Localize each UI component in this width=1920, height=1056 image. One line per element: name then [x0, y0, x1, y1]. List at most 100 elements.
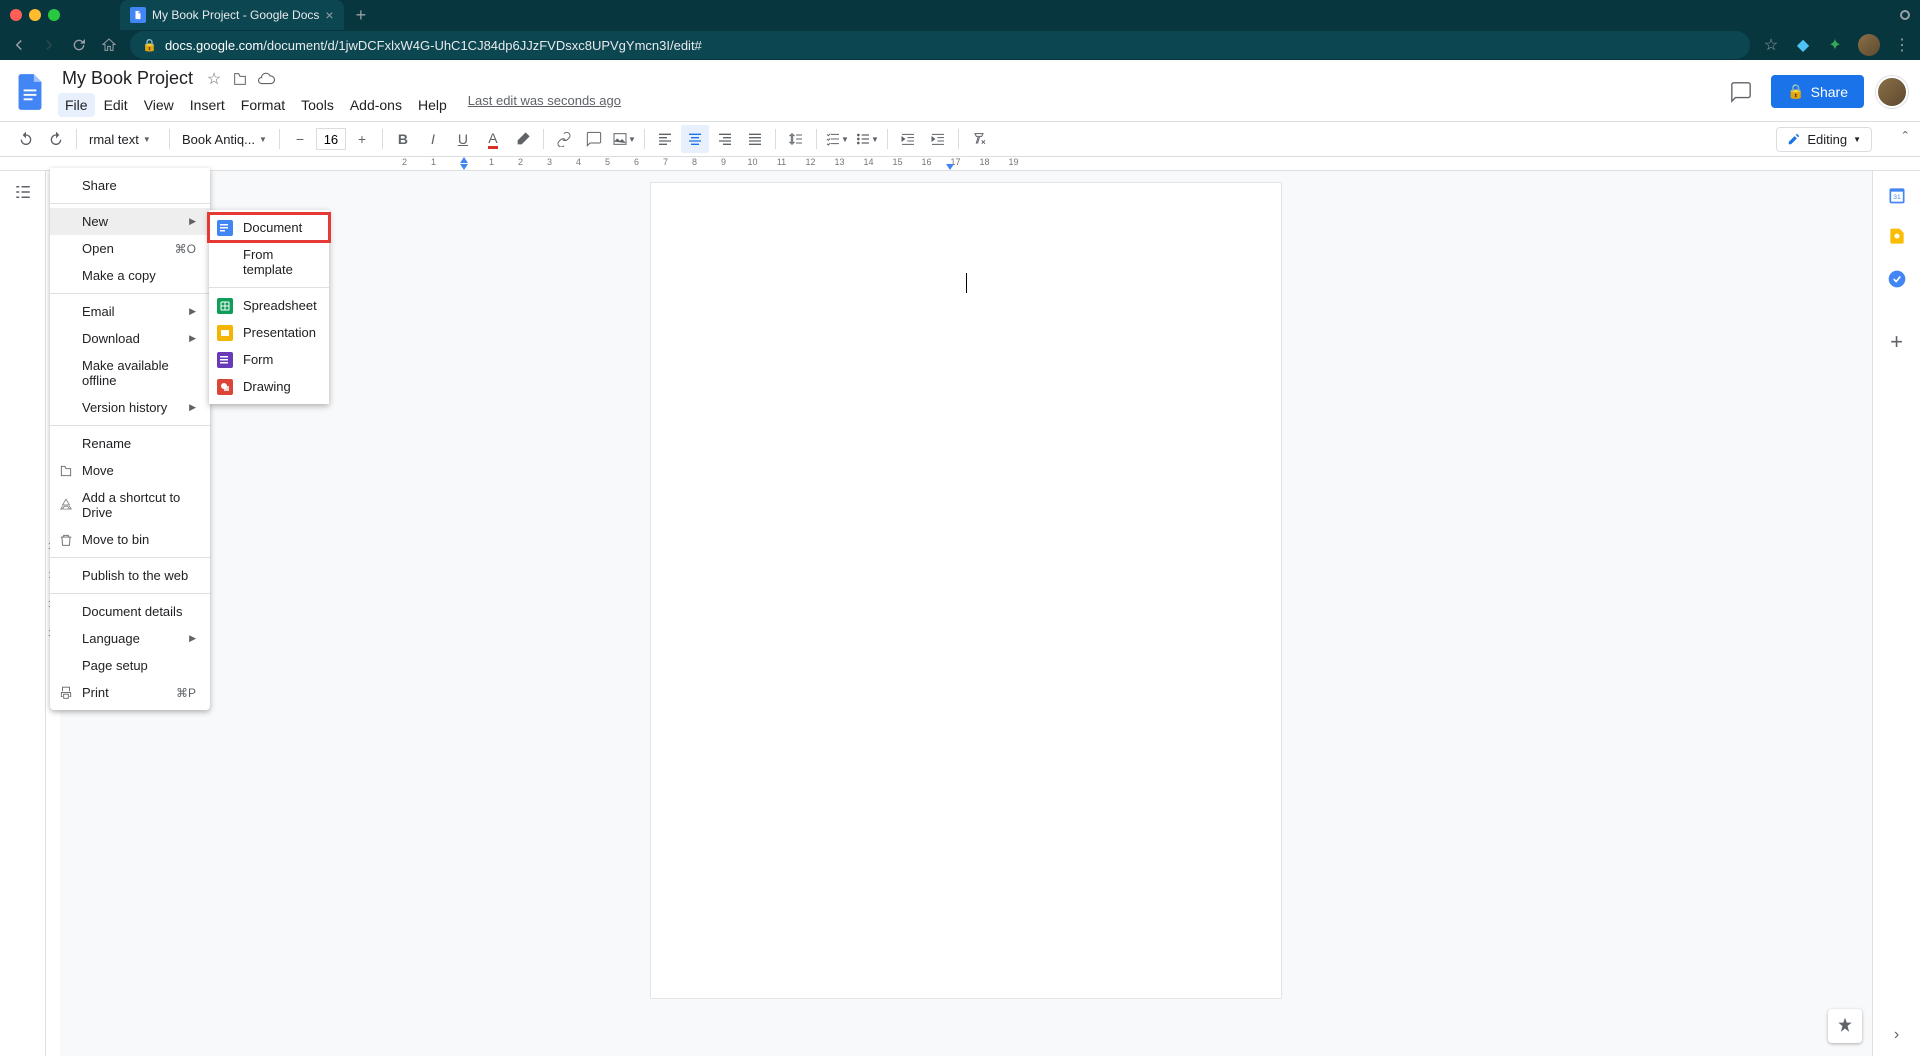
redo-button[interactable] — [42, 125, 70, 153]
browser-tab[interactable]: My Book Project - Google Docs × — [120, 0, 344, 30]
file-print[interactable]: Print⌘P — [50, 679, 210, 706]
maximize-window[interactable] — [48, 9, 60, 21]
document-page[interactable] — [651, 183, 1281, 998]
close-window[interactable] — [10, 9, 22, 21]
keep-addon-icon[interactable] — [1885, 225, 1909, 249]
profile-avatar[interactable] — [1858, 34, 1880, 56]
document-title[interactable]: My Book Project — [58, 66, 197, 91]
clear-formatting-button[interactable] — [965, 125, 993, 153]
bullet-list-button[interactable]: ▼ — [853, 125, 881, 153]
menu-help[interactable]: Help — [411, 93, 454, 117]
menu-addons[interactable]: Add-ons — [343, 93, 409, 117]
file-offline[interactable]: Make available offline — [50, 352, 210, 394]
file-version-history[interactable]: Version history▶ — [50, 394, 210, 421]
decrease-indent-button[interactable] — [894, 125, 922, 153]
tab-close-icon[interactable]: × — [325, 7, 333, 23]
cloud-status-icon[interactable] — [257, 70, 275, 88]
file-move[interactable]: Move — [50, 457, 210, 484]
underline-button[interactable]: U — [449, 125, 477, 153]
checklist-button[interactable]: ▼ — [823, 125, 851, 153]
new-tab-button[interactable]: + — [356, 5, 367, 26]
file-add-shortcut[interactable]: Add a shortcut to Drive — [50, 484, 210, 526]
document-canvas[interactable] — [60, 171, 1872, 1056]
calendar-addon-icon[interactable]: 31 — [1885, 183, 1909, 207]
file-language[interactable]: Language▶ — [50, 625, 210, 652]
explore-button[interactable] — [1828, 1009, 1862, 1043]
menu-file[interactable]: File — [58, 93, 95, 117]
file-open[interactable]: Open⌘O — [50, 235, 210, 262]
right-indent[interactable] — [946, 164, 954, 170]
insert-comment-button[interactable] — [580, 125, 608, 153]
menu-format[interactable]: Format — [234, 93, 292, 117]
align-left-button[interactable] — [651, 125, 679, 153]
forward-button[interactable] — [40, 36, 58, 54]
file-new[interactable]: New▶ — [50, 208, 210, 235]
align-justify-button[interactable] — [741, 125, 769, 153]
last-edit-info[interactable]: Last edit was seconds ago — [468, 93, 621, 117]
move-folder-icon[interactable] — [231, 70, 249, 88]
address-bar[interactable]: 🔒 docs.google.com/document/d/1jwDCFxlxW4… — [130, 31, 1750, 59]
italic-button[interactable]: I — [419, 125, 447, 153]
insert-link-button[interactable] — [550, 125, 578, 153]
paragraph-style-select[interactable]: rmal text▼ — [83, 132, 163, 147]
horizontal-ruler[interactable]: 2112345678910111213141516171819 — [0, 157, 1920, 171]
file-rename[interactable]: Rename — [50, 430, 210, 457]
first-line-indent[interactable] — [460, 157, 468, 163]
editing-mode-button[interactable]: Editing ▼ — [1776, 127, 1872, 152]
menu-insert[interactable]: Insert — [183, 93, 232, 117]
new-spreadsheet[interactable]: Spreadsheet — [209, 292, 329, 319]
hide-sidebar-button[interactable]: › — [1894, 1026, 1899, 1044]
file-move-to-bin[interactable]: Move to bin — [50, 526, 210, 553]
highlight-button[interactable] — [509, 125, 537, 153]
reload-button[interactable] — [70, 36, 88, 54]
minimize-window[interactable] — [29, 9, 41, 21]
increase-indent-button[interactable] — [924, 125, 952, 153]
text-color-button[interactable]: A — [479, 125, 507, 153]
menu-view[interactable]: View — [137, 93, 181, 117]
back-button[interactable] — [10, 36, 28, 54]
separator — [169, 129, 170, 149]
file-email[interactable]: Email▶ — [50, 298, 210, 325]
new-presentation[interactable]: Presentation — [209, 319, 329, 346]
collapse-toolbar-button[interactable]: ˆ — [1903, 130, 1908, 148]
bold-button[interactable]: B — [389, 125, 417, 153]
font-size-decrease[interactable]: − — [286, 125, 314, 153]
user-avatar[interactable] — [1876, 76, 1908, 108]
outline-toggle-button[interactable] — [10, 179, 36, 205]
new-form[interactable]: Form — [209, 346, 329, 373]
get-addons-button[interactable]: + — [1890, 329, 1903, 355]
home-button[interactable] — [100, 36, 118, 54]
browser-menu-icon[interactable]: ⋮ — [1894, 35, 1910, 55]
line-spacing-button[interactable] — [782, 125, 810, 153]
file-download[interactable]: Download▶ — [50, 325, 210, 352]
file-make-copy[interactable]: Make a copy — [50, 262, 210, 289]
new-drawing[interactable]: Drawing — [209, 373, 329, 400]
left-indent[interactable] — [460, 164, 468, 170]
new-document[interactable]: Document — [209, 214, 329, 241]
align-center-button[interactable] — [681, 125, 709, 153]
font-size-input[interactable] — [316, 128, 346, 150]
account-indicator[interactable] — [1900, 10, 1910, 20]
bookmark-star-icon[interactable]: ☆ — [1762, 36, 1780, 54]
star-icon[interactable]: ☆ — [205, 70, 223, 88]
file-details[interactable]: Document details — [50, 598, 210, 625]
share-button[interactable]: 🔒 Share — [1771, 75, 1864, 108]
menu-tools[interactable]: Tools — [294, 93, 341, 117]
menu-bar: File Edit View Insert Format Tools Add-o… — [58, 91, 1713, 117]
comments-button[interactable] — [1723, 74, 1759, 110]
align-right-button[interactable] — [711, 125, 739, 153]
file-share[interactable]: Share — [50, 172, 210, 199]
screenshot-icon[interactable]: ◆ — [1794, 36, 1812, 54]
font-size-increase[interactable]: + — [348, 125, 376, 153]
file-publish[interactable]: Publish to the web — [50, 562, 210, 589]
docs-logo[interactable] — [12, 74, 48, 110]
undo-button[interactable] — [12, 125, 40, 153]
new-from-template[interactable]: From template — [209, 241, 329, 283]
extensions-icon[interactable]: ✦ — [1826, 36, 1844, 54]
menu-edit[interactable]: Edit — [97, 93, 135, 117]
tasks-addon-icon[interactable] — [1885, 267, 1909, 291]
insert-image-button[interactable]: ▼ — [610, 125, 638, 153]
font-family-select[interactable]: Book Antiq...▼ — [176, 132, 273, 147]
separator — [887, 129, 888, 149]
file-page-setup[interactable]: Page setup — [50, 652, 210, 679]
